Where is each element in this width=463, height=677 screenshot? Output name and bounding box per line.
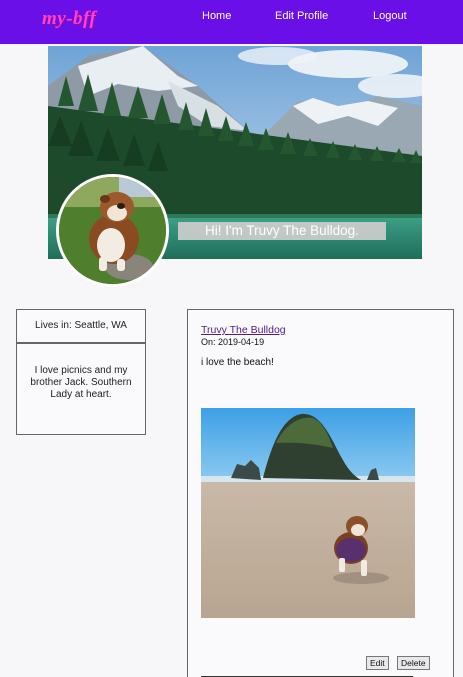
post-date-row: On: 2019-04-19 xyxy=(201,337,264,347)
navbar: my-bff Home Edit Profile Logout xyxy=(0,0,463,44)
bulldog-avatar-image xyxy=(59,177,166,284)
nav-edit-profile-link[interactable]: Edit Profile xyxy=(275,10,328,22)
delete-post-button[interactable]: Delete xyxy=(397,656,430,670)
edit-post-button[interactable]: Edit xyxy=(366,656,389,670)
profile-greeting: Hi! I'm Truvy The Bulldog. xyxy=(178,222,386,240)
bio-box: I love picnics and my brother Jack. Sout… xyxy=(16,343,146,435)
avatar[interactable] xyxy=(56,174,169,287)
post-body: i love the beach! xyxy=(201,357,274,368)
post-author-link[interactable]: Truvy The Bulldog xyxy=(201,324,286,336)
post-photo xyxy=(201,408,415,618)
beach-bulldog-image xyxy=(201,408,415,618)
post-date: 2019-04-19 xyxy=(218,337,265,347)
location-box: Lives in: Seattle, WA xyxy=(16,309,146,343)
post-date-prefix: On: xyxy=(201,337,216,347)
bio-text: I love picnics and my brother Jack. Sout… xyxy=(30,365,132,400)
nav-home-link[interactable]: Home xyxy=(202,10,231,22)
site-logo[interactable]: my-bff xyxy=(42,8,96,30)
nav-logout-link[interactable]: Logout xyxy=(373,10,407,22)
location-text: Lives in: Seattle, WA xyxy=(35,320,127,331)
post-card: Truvy The Bulldog On: 2019-04-19 i love … xyxy=(187,309,454,677)
